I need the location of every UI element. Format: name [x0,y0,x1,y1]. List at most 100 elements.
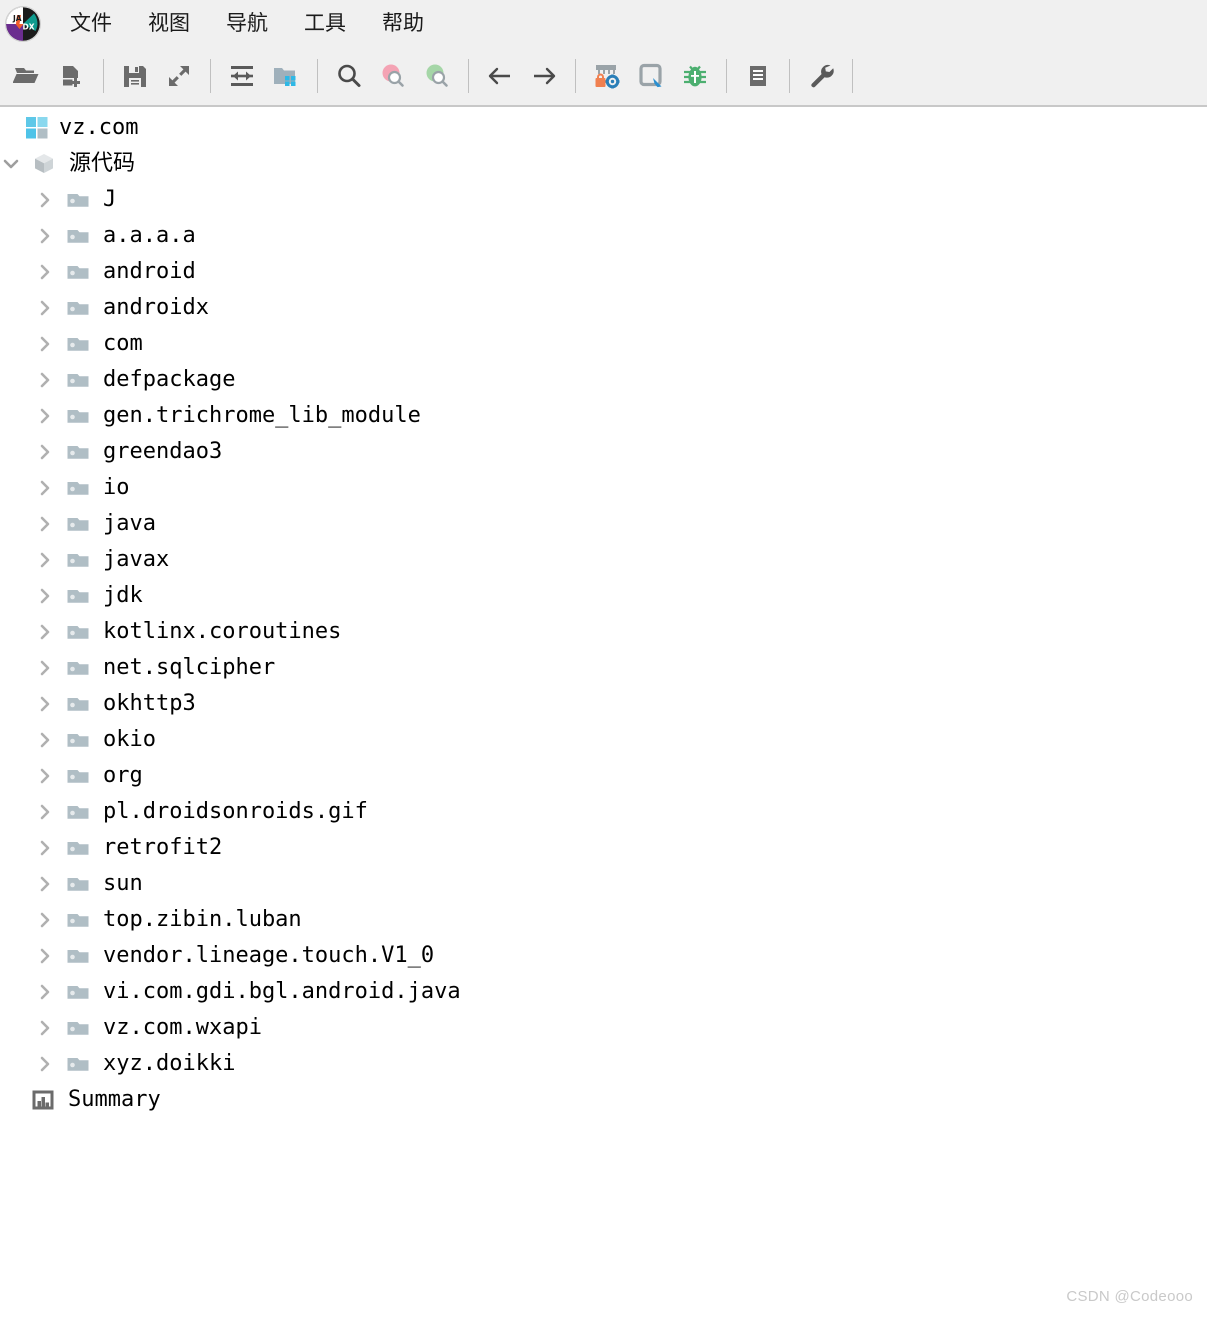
class-search-button[interactable] [371,54,415,98]
tree-node-package[interactable]: J [0,182,1207,218]
tree-node-root[interactable]: vz.com [0,110,1207,146]
tree-node-source-code[interactable]: 源代码 [0,146,1207,182]
chevron-down-icon[interactable] [0,153,22,175]
tree-node-package-label: a.a.a.a [103,223,196,248]
chevron-right-icon[interactable] [34,945,56,967]
apk-grid-icon [24,115,50,141]
chevron-right-icon[interactable] [34,441,56,463]
menu-item-tools[interactable]: 工具 [290,11,360,36]
log-viewer-button[interactable] [736,54,780,98]
chevron-right-icon[interactable] [34,765,56,787]
chevron-right-icon[interactable] [34,657,56,679]
chevron-right-icon[interactable] [34,261,56,283]
folder-icon [65,331,91,357]
add-file-icon [63,66,80,87]
folder-icon [65,799,91,825]
tree-node-package[interactable]: gen.trichrome_lib_module [0,398,1207,434]
tree-node-package[interactable]: javax [0,542,1207,578]
chevron-right-icon[interactable] [34,729,56,751]
chevron-right-icon[interactable] [34,297,56,319]
chevron-right-icon[interactable] [34,909,56,931]
tree-node-package[interactable]: vi.com.gdi.bgl.android.java [0,974,1207,1010]
folder-icon [65,763,91,789]
tree-node-package[interactable]: android [0,254,1207,290]
open-folder-icon [13,68,39,83]
quark-engine-button[interactable] [629,54,673,98]
menu-item-navigation[interactable]: 导航 [212,11,282,36]
tree-node-package[interactable]: sun [0,866,1207,902]
chevron-right-icon[interactable] [34,585,56,607]
flat-packages-button[interactable] [264,54,308,98]
folder-icon [65,223,91,249]
chevron-right-icon[interactable] [34,513,56,535]
tree-node-package[interactable]: kotlinx.coroutines [0,614,1207,650]
save-all-button[interactable] [113,54,157,98]
tree-node-package[interactable]: org [0,758,1207,794]
tree-node-package[interactable]: vendor.lineage.touch.V1_0 [0,938,1207,974]
project-tree[interactable]: vz.com 源代码 Ja.a.a.a android androidx com def… [0,107,1207,1319]
tree-node-package-label: com [103,331,143,356]
tree-node-package[interactable]: top.zibin.luban [0,902,1207,938]
toolbar-separator [575,59,576,93]
text-search-button[interactable] [327,54,371,98]
chevron-right-icon[interactable] [34,1053,56,1075]
back-arrow-icon [488,67,510,85]
preferences-button[interactable] [799,54,843,98]
tree-node-package[interactable]: okhttp3 [0,686,1207,722]
chevron-right-icon[interactable] [34,1017,56,1039]
chevron-right-icon[interactable] [34,225,56,247]
folder-icon [65,475,91,501]
tree-node-summary-label: Summary [68,1087,161,1112]
chevron-right-icon[interactable] [34,477,56,499]
tree-node-package[interactable]: pl.droidsonroids.gif [0,794,1207,830]
tree-node-package[interactable]: java [0,506,1207,542]
toolbar [0,47,1207,107]
menu-item-help[interactable]: 帮助 [368,11,438,36]
chevron-right-icon[interactable] [34,693,56,715]
chevron-right-icon[interactable] [34,873,56,895]
tree-node-package[interactable]: jdk [0,578,1207,614]
menu-item-file[interactable]: 文件 [56,11,126,36]
tree-node-package[interactable]: com [0,326,1207,362]
tree-node-package[interactable]: a.a.a.a [0,218,1207,254]
menu-item-view[interactable]: 视图 [134,11,204,36]
deobfuscation-button[interactable] [585,54,629,98]
folder-icon [65,187,91,213]
open-logs-button[interactable] [673,54,717,98]
chevron-right-icon[interactable] [34,837,56,859]
export-gradle-project-button[interactable] [157,54,201,98]
quark-icon [639,63,662,88]
chevron-right-icon[interactable] [34,549,56,571]
chevron-right-icon[interactable] [34,405,56,427]
tree-node-package[interactable]: androidx [0,290,1207,326]
chevron-right-icon[interactable] [34,801,56,823]
folder-icon [65,979,91,1005]
chevron-right-icon[interactable] [34,981,56,1003]
navigate-back-button[interactable] [478,54,522,98]
menu-bar: JA DX 文件 视图 导航 工具 帮助 [0,0,1207,47]
tree-node-package[interactable]: vz.com.wxapi [0,1010,1207,1046]
tree-node-package[interactable]: retrofit2 [0,830,1207,866]
deobfuscation-icon [595,65,620,89]
tree-node-summary[interactable]: Summary [0,1082,1207,1118]
tree-node-package[interactable]: io [0,470,1207,506]
chevron-right-icon[interactable] [34,369,56,391]
comment-search-button[interactable] [415,54,459,98]
tree-node-package[interactable]: defpackage [0,362,1207,398]
chevron-right-icon[interactable] [34,621,56,643]
tree-node-package[interactable]: greendao3 [0,434,1207,470]
folder-icon [65,511,91,537]
tree-node-package-label: greendao3 [103,439,223,464]
folder-icon [65,907,91,933]
chevron-right-icon[interactable] [34,333,56,355]
add-files-button[interactable] [50,54,94,98]
chevron-right-icon[interactable] [34,189,56,211]
open-file-button[interactable] [6,54,50,98]
navigate-forward-button[interactable] [522,54,566,98]
tree-node-package[interactable]: xyz.doikki [0,1046,1207,1082]
sync-button[interactable] [220,54,264,98]
tree-node-package-label: net.sqlcipher [103,655,276,680]
tree-node-package[interactable]: net.sqlcipher [0,650,1207,686]
tree-node-package[interactable]: okio [0,722,1207,758]
folder-icon [65,619,91,645]
